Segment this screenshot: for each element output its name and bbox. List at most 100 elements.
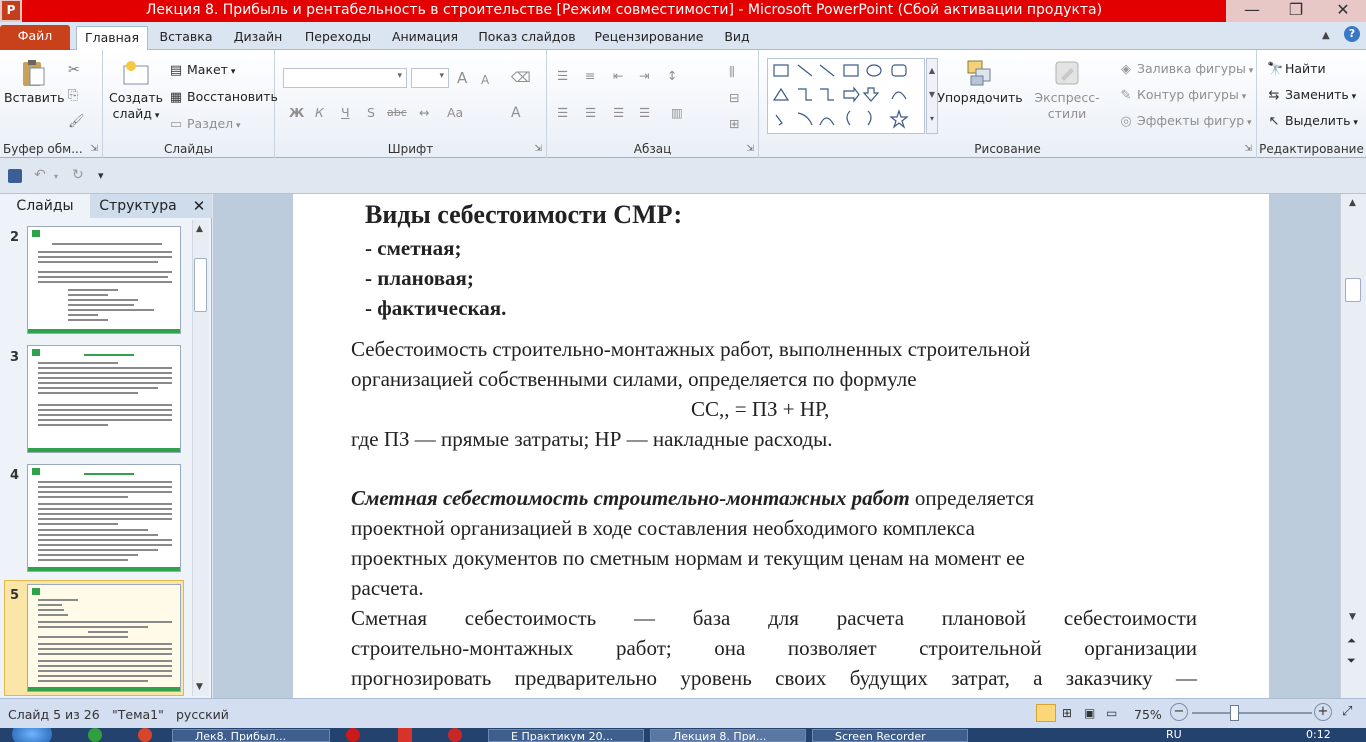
powerpoint-app-icon[interactable]: P (2, 1, 20, 20)
italic-button[interactable]: К (315, 105, 324, 121)
tab-transitions[interactable]: Переходы (298, 26, 378, 50)
tab-design[interactable]: Дизайн (226, 26, 290, 50)
format-painter-icon[interactable]: 🖌 (68, 114, 85, 129)
clipboard-launcher-icon[interactable]: ⇲ (90, 144, 98, 154)
collapse-ribbon-icon[interactable]: ▲ (1322, 30, 1330, 41)
paragraph-launcher-icon[interactable]: ⇲ (746, 144, 754, 154)
language-indicator[interactable]: русский (176, 707, 229, 722)
undo-icon[interactable]: ↶ (34, 167, 46, 183)
arrange-button[interactable]: Упорядочить (935, 58, 1025, 106)
minimize-button[interactable]: — (1232, 0, 1272, 22)
grow-font-button[interactable]: A (457, 70, 467, 86)
slide-scroll-down-icon[interactable]: ▼ (1349, 612, 1356, 622)
align-text-icon[interactable]: ⊟ (729, 90, 739, 106)
increase-indent-icon[interactable]: ⇥ (639, 68, 649, 84)
font-color-button[interactable]: A (511, 105, 521, 121)
maximize-button[interactable]: ❐ (1276, 0, 1316, 22)
shape-outline-button[interactable]: ✎ Контур фигуры ▾ (1119, 87, 1247, 105)
font-size-combo[interactable]: ▾ (411, 68, 449, 88)
opera-icon[interactable] (346, 728, 360, 742)
slide-canvas[interactable]: Виды себестоимости СМР: - сметная; - пла… (293, 194, 1269, 698)
text-direction-icon[interactable]: ⫼ (729, 64, 735, 80)
new-slide-button[interactable]: Создать слайд ▾ (107, 58, 165, 124)
redo-icon[interactable]: ↻ (72, 167, 84, 183)
numbering-icon[interactable]: ≡ (585, 68, 595, 84)
tab-insert[interactable]: Вставка (154, 26, 218, 50)
font-name-combo[interactable]: ▾ (283, 68, 407, 88)
fit-to-window-icon[interactable]: ⤢ (1342, 704, 1352, 719)
undo-dropdown-icon[interactable]: ▾ (54, 172, 58, 181)
tab-slides-panel[interactable]: Слайды (0, 194, 90, 218)
slide-sorter-icon[interactable]: ⊞ (1062, 706, 1072, 720)
align-right-icon[interactable]: ☰ (613, 105, 624, 121)
zoom-out-button[interactable]: − (1170, 703, 1188, 721)
taskbar-item-word[interactable]: Е Практикум 20... (488, 729, 644, 742)
slide-thumbnail-4[interactable] (27, 464, 181, 572)
font-launcher-icon[interactable]: ⇲ (534, 144, 542, 154)
tab-home[interactable]: Главная (76, 26, 148, 51)
tab-outline-panel[interactable]: Структура (92, 194, 184, 218)
decrease-indent-icon[interactable]: ⇤ (613, 68, 623, 84)
normal-view-icon[interactable] (1036, 704, 1056, 722)
slides-panel-scrollbar[interactable]: ▲ ▼ (192, 220, 209, 696)
input-language[interactable]: RU (1166, 728, 1182, 741)
zoom-level[interactable]: 75% (1134, 707, 1162, 722)
strikethrough-button[interactable]: abc (387, 105, 407, 121)
underline-button[interactable]: Ч (341, 105, 350, 121)
tab-file[interactable]: Файл (0, 25, 70, 50)
replace-button[interactable]: ⇆ Заменить ▾ (1267, 87, 1357, 105)
bold-button[interactable]: Ж (289, 105, 304, 121)
tab-review[interactable]: Рецензирование (590, 26, 708, 50)
slide-thumbnail-5[interactable] (27, 584, 181, 692)
tab-animation[interactable]: Анимация (386, 26, 464, 50)
zoom-slider-thumb[interactable] (1230, 705, 1239, 721)
shrink-font-button[interactable]: A (481, 72, 489, 88)
shapes-gallery[interactable] (767, 58, 925, 134)
antivirus-icon[interactable] (448, 728, 462, 742)
find-button[interactable]: 🔭 Найти (1267, 61, 1326, 77)
align-left-icon[interactable]: ☰ (557, 105, 568, 121)
reset-button[interactable]: ▦ Восстановить (169, 89, 278, 105)
taskbar-item-powerpoint[interactable]: Лекция 8. При... (650, 729, 806, 742)
chrome-icon[interactable] (138, 728, 152, 742)
zoom-slider-track[interactable] (1192, 712, 1312, 714)
cut-icon[interactable]: ✂ (68, 62, 80, 78)
customize-qat-icon[interactable]: ▾ (98, 169, 104, 182)
slide-scroll-thumb[interactable] (1345, 278, 1361, 302)
quick-styles-button[interactable]: Экспресс-стили (1019, 58, 1115, 122)
section-button[interactable]: ▭ Раздел ▾ (169, 116, 241, 134)
slideshow-view-icon[interactable]: ▭ (1106, 706, 1117, 720)
shadow-button[interactable]: S (367, 105, 375, 121)
tab-slideshow[interactable]: Показ слайдов (472, 26, 582, 50)
browser-icon[interactable] (88, 728, 102, 742)
theme-name[interactable]: "Тема1" (112, 707, 164, 722)
shape-fill-button[interactable]: ◈ Заливка фигуры ▾ (1119, 61, 1253, 79)
help-icon[interactable]: ? (1344, 26, 1360, 42)
zoom-in-button[interactable]: + (1314, 703, 1332, 721)
scroll-down-icon[interactable]: ▼ (196, 682, 203, 692)
slide-scroll-up-icon[interactable]: ▲ (1349, 198, 1356, 208)
scroll-up-icon[interactable]: ▲ (196, 224, 203, 234)
next-slide-icon[interactable]: ⏷ (1347, 654, 1356, 668)
change-case-button[interactable]: Aa (447, 105, 463, 121)
clear-format-icon[interactable]: ⌫ (511, 70, 531, 86)
slide-thumbnail-2[interactable] (27, 226, 181, 334)
yandex-icon[interactable] (398, 728, 412, 742)
scroll-thumb[interactable] (194, 258, 207, 312)
slide-scrollbar[interactable]: ▲ ▼ ⏶ ⏷ (1340, 194, 1366, 698)
tab-view[interactable]: Вид (716, 26, 758, 50)
reading-view-icon[interactable]: ▣ (1084, 706, 1095, 720)
start-button[interactable] (12, 728, 52, 742)
taskbar-item-folder[interactable]: Лек8. Прибыл... (172, 729, 330, 742)
align-center-icon[interactable]: ☰ (585, 105, 596, 121)
slide-thumbnail-3[interactable] (27, 345, 181, 453)
copy-icon[interactable]: ⎘ (68, 88, 78, 103)
columns-icon[interactable]: ▥ (671, 105, 683, 121)
taskbar-item-recorder[interactable]: Screen Recorder (812, 729, 968, 742)
bullets-icon[interactable]: ☰ (557, 68, 568, 84)
previous-slide-icon[interactable]: ⏶ (1347, 634, 1356, 648)
layout-button[interactable]: ▤ Макет ▾ (169, 62, 236, 80)
shape-effects-button[interactable]: ◎ Эффекты фигур ▾ (1119, 113, 1251, 131)
paste-button[interactable]: Вставить (4, 58, 65, 106)
select-button[interactable]: ↖ Выделить ▾ (1267, 113, 1358, 131)
